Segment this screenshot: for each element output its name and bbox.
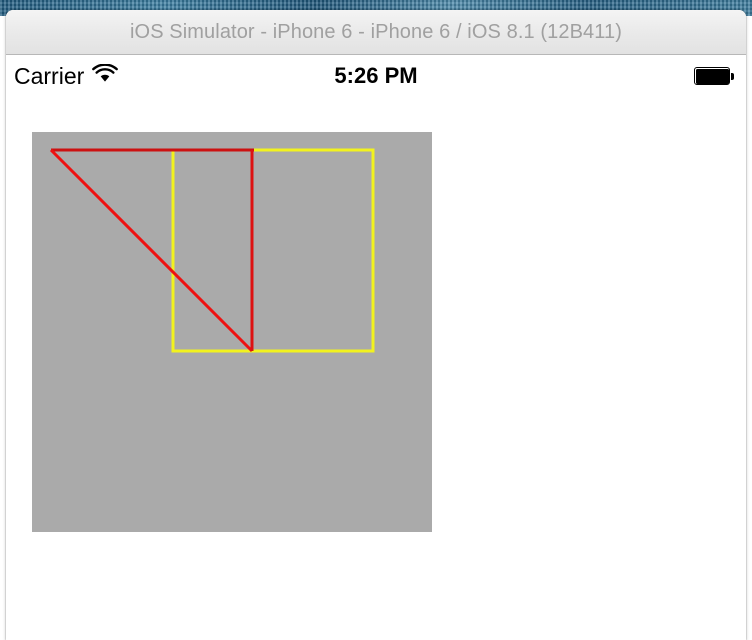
- window-titlebar[interactable]: iOS Simulator - iPhone 6 - iPhone 6 / iO…: [6, 10, 746, 55]
- simulator-window: iOS Simulator - iPhone 6 - iPhone 6 / iO…: [6, 10, 746, 640]
- device-screen[interactable]: Carrier 5:26 PM: [6, 55, 746, 640]
- drawing-area[interactable]: [6, 97, 746, 640]
- ios-status-bar: Carrier 5:26 PM: [6, 55, 746, 97]
- battery-fill: [695, 68, 729, 84]
- window-title: iOS Simulator - iPhone 6 - iPhone 6 / iO…: [130, 20, 622, 43]
- drawing-canvas[interactable]: [6, 97, 746, 640]
- status-bar-time: 5:26 PM: [334, 63, 418, 88]
- battery-cap: [731, 73, 734, 80]
- battery-full-icon: [694, 67, 736, 87]
